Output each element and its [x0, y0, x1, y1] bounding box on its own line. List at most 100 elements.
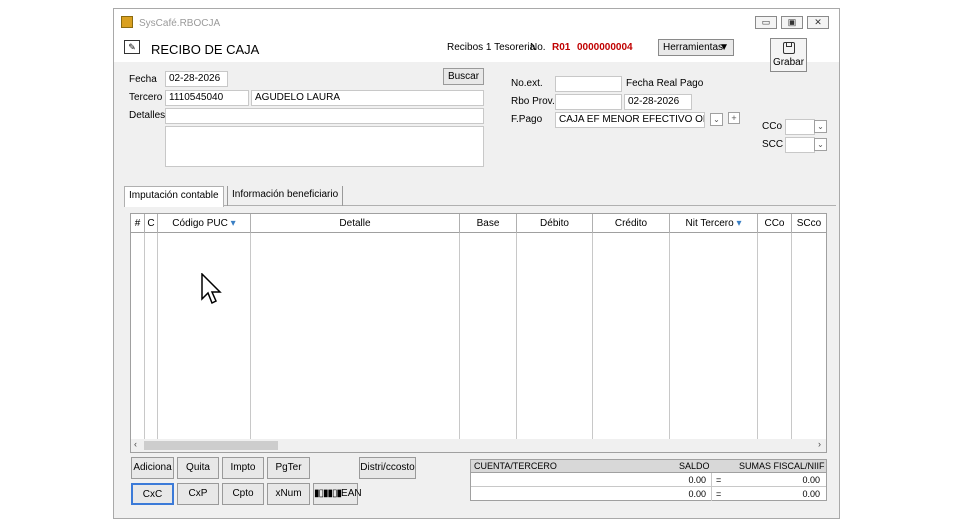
- ean-button[interactable]: ▮▯▮▮▯▮EAN: [313, 483, 362, 505]
- form-header: ✎ RECIBO DE CAJA Recibos 1 Tesoreria No.…: [114, 36, 839, 62]
- xnum-button[interactable]: xNum: [267, 483, 310, 505]
- totals-col-saldo: SALDO: [679, 461, 710, 471]
- tab-informacion-beneficiario[interactable]: Información beneficiario: [227, 186, 344, 206]
- scc-select[interactable]: [785, 137, 815, 153]
- noext-label: No.ext.: [511, 78, 543, 89]
- cxc-button[interactable]: CxC: [131, 483, 174, 505]
- totals-header: CUENTA/TERCERO SALDO SUMAS FISCAL/NIIF: [471, 460, 826, 473]
- rbo-prov-field[interactable]: [555, 94, 622, 110]
- grid-column-line: [144, 233, 145, 439]
- barcode-icon: ▮▯▮▮▯▮: [314, 488, 342, 499]
- totals-row-divider: [471, 486, 826, 487]
- grid-column-line: [157, 233, 158, 439]
- grabar-button[interactable]: Grabar: [770, 38, 807, 72]
- totals-col-cuenta-tercero: CUENTA/TERCERO: [474, 461, 557, 471]
- save-icon: [782, 42, 795, 54]
- totals-row2-sumas: 0.00: [802, 489, 820, 499]
- scroll-left-icon[interactable]: ‹: [134, 439, 137, 449]
- cpto-button[interactable]: Cpto: [222, 483, 264, 505]
- totals-row2-saldo: 0.00: [688, 489, 706, 499]
- ean-label: EAN: [341, 488, 362, 499]
- document-number: 0000000004: [577, 42, 633, 53]
- col-header-cco[interactable]: CCo: [758, 214, 792, 233]
- detalles-field[interactable]: [165, 108, 484, 124]
- col-header-num[interactable]: #: [131, 214, 145, 233]
- close-button[interactable]: ✕: [807, 16, 829, 29]
- detalles-label: Detalles: [129, 110, 166, 121]
- scc-dropdown-icon[interactable]: ⌄: [814, 138, 827, 151]
- window-title: SysCafé.RBOCJA: [139, 18, 221, 29]
- chevron-down-icon: ▼: [719, 42, 729, 53]
- recibos-label: Recibos 1 Tesoreria: [447, 42, 536, 53]
- app-icon: [121, 16, 133, 28]
- grid-header: # C Código PUC ▾ Detalle Base Débito Cré…: [131, 214, 826, 233]
- herramientas-menu-button[interactable]: Herramientas ▼: [658, 39, 734, 56]
- grid-column-line: [757, 233, 758, 439]
- rbo-prov-label: Rbo Prov.: [511, 96, 555, 107]
- totals-row1-sumas: 0.00: [802, 475, 820, 485]
- grid-column-line: [516, 233, 517, 439]
- fecha-label: Fecha: [129, 74, 157, 85]
- totals-row1-eq: =: [716, 475, 722, 485]
- noext-field[interactable]: [555, 76, 622, 92]
- imputacion-grid[interactable]: # C Código PUC ▾ Detalle Base Débito Cré…: [130, 213, 827, 453]
- tab-imputacion-contable[interactable]: Imputación contable: [124, 186, 224, 207]
- fecha-real-pago-field[interactable]: 02-28-2026: [624, 94, 692, 110]
- cco-select[interactable]: [785, 119, 815, 135]
- title-bar: SysCafé.RBOCJA ▭ ▣ ✕: [114, 9, 839, 36]
- fpago-select[interactable]: CAJA EF MENOR EFECTIVO OFICIN: [555, 112, 705, 128]
- grid-column-line: [250, 233, 251, 439]
- grid-column-line: [669, 233, 670, 439]
- horizontal-scrollbar[interactable]: ‹ ›: [131, 439, 826, 452]
- document-prefix: R01: [552, 42, 571, 53]
- filter-icon: ▾: [736, 218, 742, 229]
- scc-label: SCC: [762, 139, 784, 150]
- herramientas-label: Herramientas: [663, 42, 724, 53]
- col-header-codigo-puc-label: Código PUC: [172, 218, 228, 229]
- fpago-label: F.Pago: [511, 114, 543, 125]
- fpago-add-icon[interactable]: +: [728, 112, 740, 124]
- grid-column-line: [791, 233, 792, 439]
- mouse-cursor-icon: [201, 273, 222, 305]
- totals-panel: CUENTA/TERCERO SALDO SUMAS FISCAL/NIIF 0…: [470, 459, 827, 501]
- fecha-field[interactable]: 02-28-2026: [165, 71, 228, 87]
- totals-col-divider: [711, 473, 712, 501]
- impto-button[interactable]: Impto: [222, 457, 264, 479]
- scroll-thumb[interactable]: [144, 441, 278, 450]
- cxp-button[interactable]: CxP: [177, 483, 219, 505]
- quita-button[interactable]: Quita: [177, 457, 219, 479]
- receipt-icon: ✎: [124, 40, 140, 54]
- scroll-right-icon[interactable]: ›: [818, 439, 821, 449]
- fpago-dropdown-icon[interactable]: ⌄: [710, 113, 723, 126]
- detalles-extra-field[interactable]: [165, 126, 484, 167]
- tercero-id-field[interactable]: 1110545040: [165, 90, 249, 106]
- col-header-base[interactable]: Base: [460, 214, 517, 233]
- recibo-caja-window: SysCafé.RBOCJA ▭ ▣ ✕ ✎ RECIBO DE CAJA Re…: [113, 8, 840, 519]
- adiciona-button[interactable]: Adiciona: [131, 457, 174, 479]
- buscar-button[interactable]: Buscar: [443, 68, 484, 85]
- col-header-detalle[interactable]: Detalle: [251, 214, 460, 233]
- distri-ccosto-button[interactable]: Distri/ccosto: [359, 457, 416, 479]
- col-header-nit-tercero-label: Nit Tercero: [685, 218, 734, 229]
- number-label: No.: [530, 42, 546, 53]
- col-header-c[interactable]: C: [145, 214, 158, 233]
- fecha-real-pago-label: Fecha Real Pago: [626, 78, 704, 89]
- col-header-credito[interactable]: Crédito: [593, 214, 670, 233]
- col-header-nit-tercero[interactable]: Nit Tercero ▾: [670, 214, 758, 233]
- minimize-button[interactable]: ▭: [755, 16, 777, 29]
- col-header-codigo-puc[interactable]: Código PUC ▾: [158, 214, 251, 233]
- tercero-label: Tercero: [129, 92, 163, 103]
- tercero-name-field[interactable]: AGUDELO LAURA: [251, 90, 484, 106]
- totals-col-sumas: SUMAS FISCAL/NIIF: [739, 461, 825, 471]
- form-title: RECIBO DE CAJA: [151, 42, 260, 57]
- col-header-scco[interactable]: SCco: [792, 214, 826, 233]
- totals-row2-eq: =: [716, 489, 722, 499]
- col-header-debito[interactable]: Débito: [517, 214, 593, 233]
- cco-label: CCo: [762, 121, 783, 132]
- cco-dropdown-icon[interactable]: ⌄: [814, 120, 827, 133]
- filter-icon: ▾: [230, 218, 236, 229]
- pgter-button[interactable]: PgTer: [267, 457, 310, 479]
- totals-row1-saldo: 0.00: [688, 475, 706, 485]
- maximize-button[interactable]: ▣: [781, 16, 803, 29]
- grabar-label: Grabar: [772, 57, 805, 68]
